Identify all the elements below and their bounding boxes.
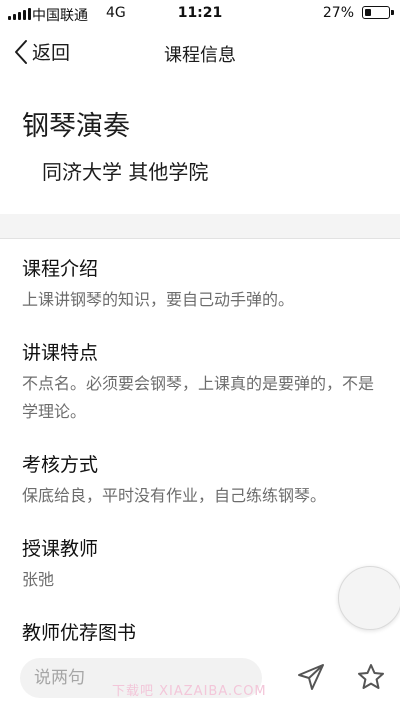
star-outline-icon — [358, 664, 384, 689]
section-body: 张弛 — [22, 570, 55, 589]
course-school: 同济大学 其他学院 — [42, 160, 209, 184]
status-bar: 中国联通 4G 11:21 27% — [0, 0, 400, 28]
section-assessment: 考核方式 保底给良，平时没有作业，自己练练钢琴。 — [22, 452, 382, 510]
section-teaching-features: 讲课特点 不点名。必须要会钢琴，上课真的是要弹的，不是学理论。 — [22, 340, 382, 426]
battery-percent: 27% — [322, 5, 354, 21]
floating-action-button[interactable] — [338, 566, 400, 630]
nav-bar: 返回 课程信息 — [0, 30, 400, 76]
bottom-comment-bar: 下载吧 XIAZAIBA.COM — [0, 646, 400, 710]
section-body: 不点名。必须要会钢琴，上课真的是要弹的，不是学理论。 — [22, 374, 375, 421]
section-heading: 考核方式 — [22, 454, 99, 476]
course-title: 钢琴演奏 — [22, 111, 130, 142]
paper-plane-icon — [298, 664, 324, 690]
section-divider — [0, 214, 400, 239]
section-heading: 课程介绍 — [22, 258, 99, 280]
watermark: 下载吧 XIAZAIBA.COM — [112, 684, 267, 699]
section-body: 上课讲钢琴的知识，要自己动手弹的。 — [22, 290, 295, 309]
section-heading: 教师优荐图书 — [22, 622, 137, 644]
send-button[interactable] — [296, 662, 326, 696]
battery-fill — [365, 9, 371, 16]
page-title: 课程信息 — [164, 45, 236, 66]
section-course-intro: 课程介绍 上课讲钢琴的知识，要自己动手弹的。 — [22, 256, 382, 314]
section-heading: 授课教师 — [22, 538, 99, 560]
favorite-button[interactable] — [356, 662, 386, 696]
battery-icon — [362, 6, 394, 19]
course-info-sections: 课程介绍 上课讲钢琴的知识，要自己动手弹的。 讲课特点 不点名。必须要会钢琴，上… — [22, 256, 382, 672]
section-body: 保底给良，平时没有作业，自己练练钢琴。 — [22, 486, 327, 505]
section-instructor: 授课教师 张弛 — [22, 536, 382, 594]
section-heading: 讲课特点 — [22, 342, 99, 364]
section-recommended-books: 教师优荐图书 — [22, 620, 382, 646]
